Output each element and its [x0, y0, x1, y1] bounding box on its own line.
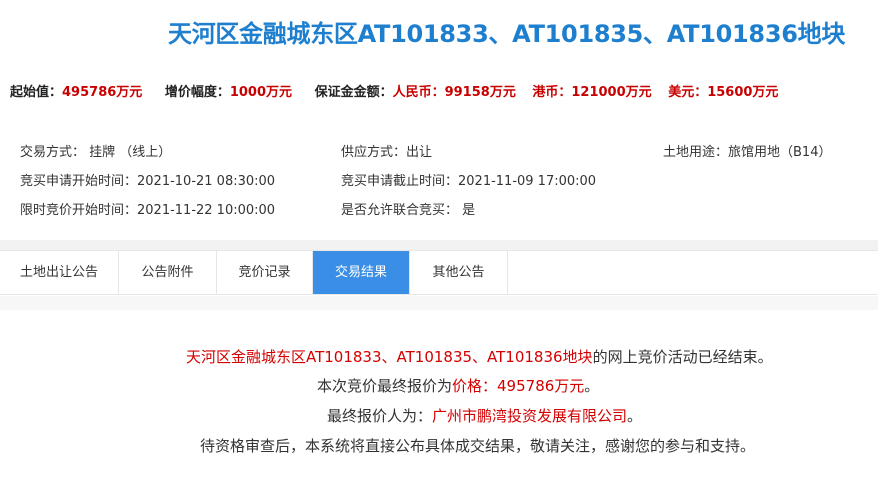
section-divider [0, 240, 878, 250]
tab-bid-records[interactable]: 竞价记录 [217, 251, 313, 294]
hkd-label: 港币： [532, 85, 572, 100]
result-line-3: 最终报价人为：广州市鹏湾投资发展有限公司。 [327, 407, 643, 425]
increment-value: 1000万元 [229, 85, 293, 100]
tab-land-notice[interactable]: 土地出让公告 [0, 251, 119, 294]
tab-trade-result[interactable]: 交易结果 [313, 251, 410, 294]
tab-notice-attachments[interactable]: 公告附件 [119, 251, 217, 294]
trade-method: 交易方式： 挂牌 （线上） [20, 145, 172, 160]
price-summary-bar: 起始值：495786万元 增价幅度：1000万元 保证金金额：人民币：99158… [10, 81, 870, 100]
deposit-label: 保证金金额： [314, 85, 393, 100]
result-line-1: 天河区金融城东区AT101833、AT101835、AT101836地块的网上竞… [186, 348, 773, 366]
apply-start-time: 竞买申请开始时间：2021-10-21 08:30:00 [20, 174, 276, 189]
land-use: 土地用途：旅馆用地（B14） [663, 145, 832, 160]
result-winning-bidder: 广州市鹏湾投资发展有限公司 [432, 407, 628, 425]
page-title: 天河区金融城东区AT101833、AT101835、AT101836地块 [168, 20, 846, 48]
start-price-label: 起始值： [10, 85, 63, 100]
content-top-band [0, 296, 878, 310]
bid-start-time: 限时竞价开始时间：2021-11-22 10:00:00 [20, 203, 276, 218]
start-price-value: 495786万元 [62, 85, 143, 100]
rmb-value: 99158万元 [444, 85, 516, 100]
joint-bid-allowed: 是否允许联合竞买： 是 [341, 203, 476, 218]
tab-bar: 土地出让公告 公告附件 竞价记录 交易结果 其他公告 [0, 250, 878, 295]
result-parcel-name: 天河区金融城东区AT101833、AT101835、AT101836地块 [186, 348, 593, 366]
rmb-label: 人民币： [392, 85, 445, 100]
increment-label: 增价幅度： [164, 85, 230, 100]
usd-label: 美元： [668, 85, 708, 100]
tab-other-notices[interactable]: 其他公告 [410, 251, 508, 294]
result-final-price: 价格：495786万元 [452, 377, 585, 395]
apply-end-time: 竞买申请截止时间：2021-11-09 17:00:00 [341, 174, 597, 189]
usd-value: 15600万元 [707, 85, 779, 100]
result-line-2: 本次竞价最终报价为价格：495786万元。 [317, 377, 600, 395]
supply-method: 供应方式：出让 [341, 145, 433, 160]
result-line-4: 待资格审查后，本系统将直接公布具体成交结果，敬请关注，感谢您的参与和支持。 [200, 437, 756, 455]
hkd-value: 121000万元 [571, 85, 652, 100]
